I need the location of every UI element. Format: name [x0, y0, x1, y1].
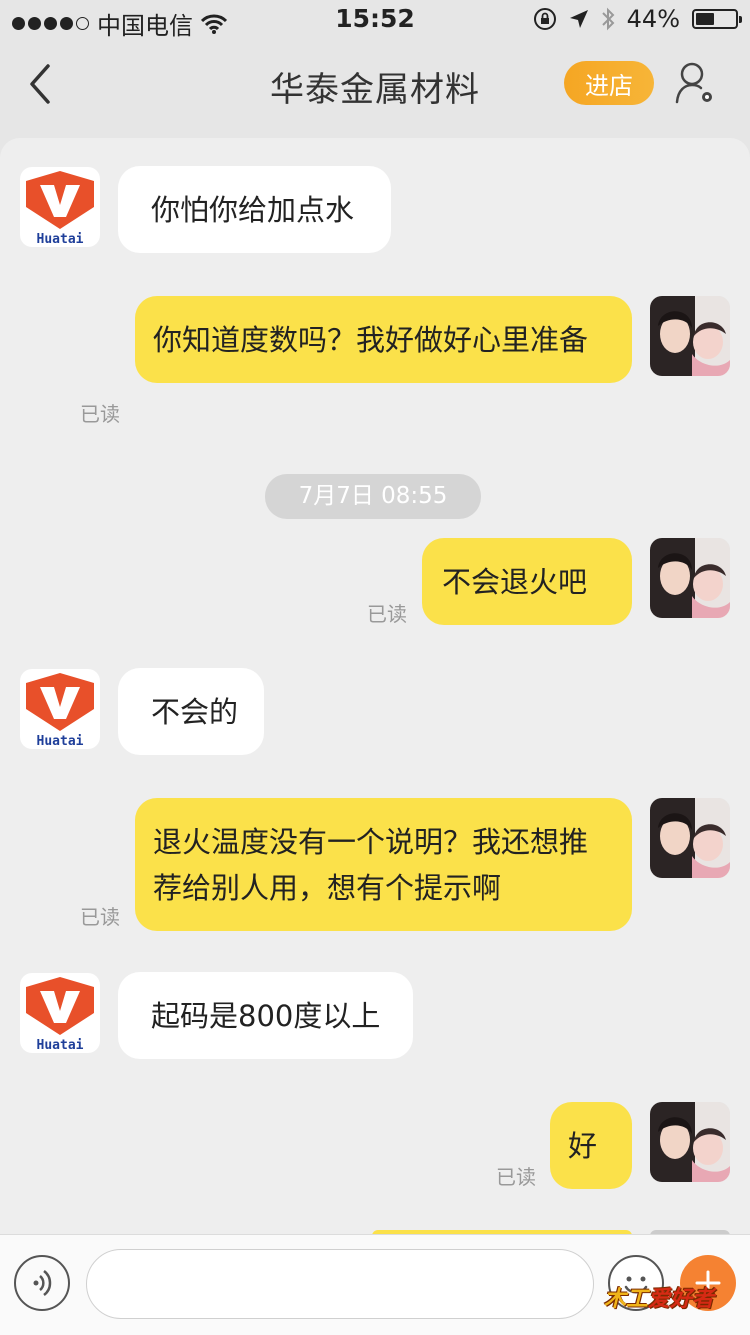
message-bubble-outgoing[interactable]: 好	[550, 1102, 632, 1189]
shop-avatar[interactable]: Huatai	[20, 973, 100, 1053]
read-receipt: 已读	[367, 602, 407, 626]
message-text: 起码是800度以上	[151, 999, 381, 1033]
user-photo-icon	[650, 798, 730, 878]
message-text: 你知道度数吗？我好做好心里准备	[153, 323, 589, 357]
battery-percent: 44%	[626, 5, 680, 33]
huatai-logo-icon: Huatai	[26, 977, 94, 1053]
message-bubble-outgoing[interactable]: 你知道度数吗？我好做好心里准备	[135, 296, 632, 383]
message-text: 不会的	[151, 695, 239, 729]
voice-icon	[33, 1270, 52, 1296]
battery-icon	[692, 9, 742, 29]
message-bubble-incoming[interactable]: 你怕你给加点水	[118, 166, 391, 253]
message-text: 好	[568, 1129, 598, 1163]
status-right: 44%	[533, 5, 742, 33]
user-avatar[interactable]	[650, 538, 730, 618]
status-bar: 中国电信 15:52 44%	[0, 0, 750, 40]
message-bubble-incoming[interactable]: 不会的	[118, 668, 264, 755]
message-text: 不会退火吧	[442, 565, 588, 599]
shop-avatar[interactable]: Huatai	[20, 669, 100, 749]
chat-area[interactable]: Huatai 你怕你给加点水 已读 你知道度数吗？我好做好心里准备 7月7日 0…	[0, 138, 750, 1234]
message-bubble-outgoing[interactable]: 不会退火吧	[422, 538, 632, 625]
read-receipt: 已读	[496, 1165, 536, 1189]
message-input[interactable]	[86, 1249, 594, 1319]
watermark-logo: 木工爱好者	[604, 1287, 715, 1312]
user-avatar[interactable]	[650, 296, 730, 376]
nav-bar: 华泰金属材料 进店	[0, 40, 750, 130]
svg-text:Huatai: Huatai	[37, 232, 84, 247]
svg-text:Huatai: Huatai	[37, 734, 84, 749]
user-photo-icon	[650, 538, 730, 618]
message-timestamp: 7月7日 08:55	[265, 474, 481, 519]
svg-text:Huatai: Huatai	[37, 1038, 84, 1053]
message-text: 退火温度没有一个说明？我还想推荐给别人用，想有个提示啊	[153, 825, 589, 905]
shop-avatar[interactable]: Huatai	[20, 167, 100, 247]
message-text: 你怕你给加点水	[151, 193, 355, 227]
bluetooth-icon	[601, 7, 615, 31]
user-photo-icon	[650, 1102, 730, 1182]
enter-shop-button[interactable]: 进店	[564, 61, 654, 105]
read-receipt: 已读	[80, 402, 120, 426]
rotation-lock-icon	[533, 8, 556, 30]
user-photo-icon	[650, 296, 730, 376]
voice-input-button[interactable]	[14, 1255, 70, 1311]
huatai-logo-icon: Huatai	[26, 171, 94, 247]
message-bubble-outgoing[interactable]: 退火温度没有一个说明？我还想推荐给别人用，想有个提示啊	[135, 798, 632, 931]
user-avatar[interactable]	[650, 798, 730, 878]
location-arrow-icon	[569, 10, 588, 28]
user-avatar[interactable]	[650, 1102, 730, 1182]
huatai-logo-icon: Huatai	[26, 673, 94, 749]
user-settings-icon[interactable]	[674, 60, 718, 108]
input-bar: 木工爱好者	[0, 1234, 750, 1335]
message-bubble-incoming[interactable]: 起码是800度以上	[118, 972, 413, 1059]
read-receipt: 已读	[80, 905, 120, 929]
